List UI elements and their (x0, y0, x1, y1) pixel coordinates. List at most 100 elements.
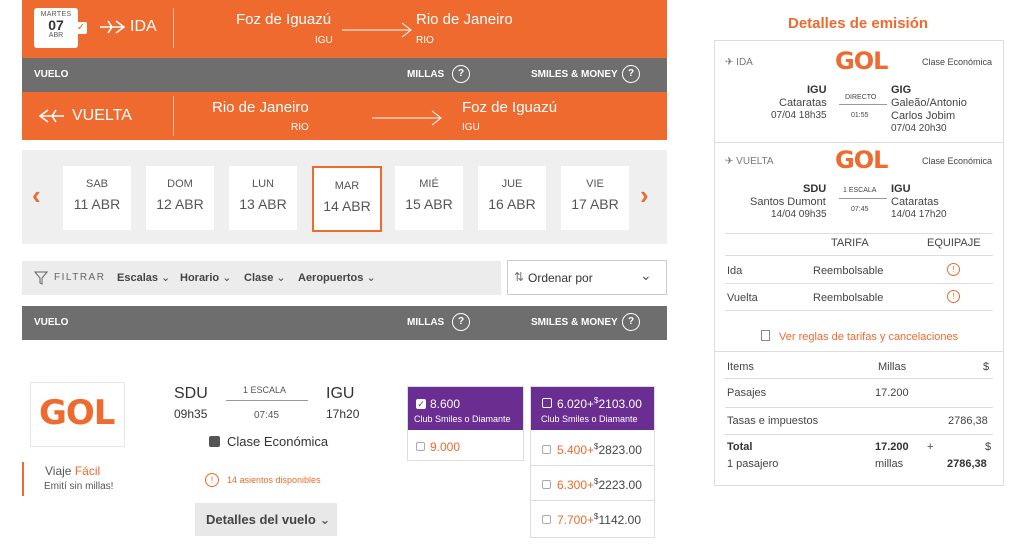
filter-stops-dropdown[interactable]: Escalas ⌄ (117, 271, 170, 284)
return-origin-code: RIO (291, 122, 309, 133)
fare-rules-link[interactable]: Ver reglas de tarifas y cancelaciones (779, 331, 958, 343)
total-millas-unit: millas (875, 458, 904, 470)
money-fare-option[interactable]: 5.400+$2823.00 (531, 432, 654, 466)
filter-class-dropdown[interactable]: Clase ⌄ (244, 271, 286, 284)
plane-return-icon: ✈ (725, 156, 734, 167)
pasajes-millas: 17.200 (875, 387, 909, 399)
summary-title: Detalles de emisión (788, 15, 929, 32)
plane-departure-icon (100, 20, 126, 34)
miles-fare-club: Club Smiles o Diamante (414, 414, 511, 424)
equipaje-header: EQUIPAJE (927, 237, 981, 249)
money-fare-value: 5.400+$2823.00 (557, 442, 642, 457)
total-label: Total (727, 441, 753, 453)
gol-logo: GOL (835, 47, 888, 75)
tarifa-row-value: Reembolsable (813, 292, 884, 304)
summary-ida-to-name2: Carlos Jobim (891, 110, 956, 122)
outbound-month: ABR (48, 32, 64, 39)
summary-panel: ✈ IDA GOL Clase Económica IGU Cataratas … (714, 40, 1004, 486)
flight-details-label: Detalles del vuelo (206, 512, 316, 527)
total-millas: 17.200 (875, 441, 909, 453)
prev-dates-arrow-icon[interactable]: ‹ (32, 180, 41, 211)
column-flight-label: VUELO (34, 317, 69, 328)
funnel-icon (34, 271, 48, 285)
miles-fare-other: 9.000 (430, 440, 461, 454)
money-fare-club: Club Smiles o Diamante (541, 414, 638, 424)
miles-help-icon[interactable]: ? (452, 65, 470, 83)
divider (725, 233, 993, 234)
miles-fare-selected[interactable]: ✓ 8.600 Club Smiles o Diamante (408, 387, 523, 430)
next-dates-arrow-icon[interactable]: › (640, 180, 649, 211)
promo-facil-text: Fácil (74, 464, 101, 478)
divider (725, 407, 993, 408)
route-line (226, 400, 308, 401)
route-arrow-icon (372, 110, 442, 126)
date-option[interactable]: MIÉ 15 ABR (395, 166, 463, 230)
date-weekday: SAB (85, 178, 108, 190)
date-day: 14 ABR (323, 198, 371, 214)
filter-stops-label: Escalas (117, 272, 158, 284)
flight-stops: 1 ESCALA (243, 385, 287, 395)
date-option[interactable]: JUE 16 ABR (478, 166, 546, 230)
total-plus: + (927, 441, 934, 453)
filter-label[interactable]: FILTRAR (54, 272, 105, 283)
money-fare-option[interactable]: 6.300+$2223.00 (531, 467, 654, 501)
divider (715, 351, 1003, 352)
flight-class: Clase Económica (227, 434, 329, 449)
tasas-amount: 2786,38 (948, 415, 988, 427)
column-smiles-money-label: SMILES & MONEY (531, 317, 618, 328)
date-option-selected[interactable]: MAR 14 ABR (312, 166, 382, 232)
date-weekday: LUN (251, 178, 274, 190)
baggage-alert-icon[interactable]: ! (947, 290, 960, 303)
money-fare-miles: 7.700+ (557, 513, 595, 527)
airline-logo: GOL (30, 382, 125, 447)
summary-vuelta-text: VUELTA (736, 156, 774, 167)
filter-time-dropdown[interactable]: Horario ⌄ (180, 271, 231, 284)
smiles-money-help-icon[interactable]: ? (622, 65, 640, 83)
divider (725, 255, 993, 256)
money-fare-option[interactable]: 7.700+$1142.00 (531, 502, 654, 536)
filter-airports-dropdown[interactable]: Aeropuertos ⌄ (298, 271, 376, 284)
column-flight-label: VUELO (34, 69, 69, 80)
plane-departure-icon: ✈ (725, 57, 734, 68)
outbound-origin-city: Foz de Iguazú (236, 11, 332, 28)
column-miles-label: MILLAS (407, 69, 445, 80)
flight-details-button[interactable]: Detalles del vuelo ⌄ (195, 503, 337, 536)
checkbox-icon (542, 515, 551, 524)
date-option[interactable]: LUN 13 ABR (229, 166, 297, 230)
money-fare-selected[interactable]: 6.020+$2103.00 Club Smiles o Diamante (531, 387, 654, 430)
miles-help-icon[interactable]: ? (452, 313, 470, 331)
total-sub: 1 pasajero (727, 458, 779, 470)
date-option[interactable]: DOM 12 ABR (146, 166, 214, 230)
date-day: 17 ABR (571, 196, 619, 212)
sort-icon: ⇅ (514, 270, 525, 284)
divider (725, 378, 993, 379)
summary-vuelta-to-dt: 14/04 17h20 (891, 209, 947, 220)
tarifa-row-label: Ida (727, 265, 743, 277)
route-line (839, 104, 887, 105)
chevron-down-icon: ⌄ (366, 272, 376, 284)
baggage-alert-icon[interactable]: ! (947, 263, 960, 276)
smiles-money-help-icon[interactable]: ? (622, 313, 640, 331)
chevron-down-icon: ⌄ (161, 272, 171, 284)
sort-label: Ordenar por (528, 271, 593, 285)
date-option[interactable]: SAB 11 ABR (63, 166, 131, 230)
summary-ida-to-code: GIG (891, 84, 912, 96)
divider (173, 96, 174, 136)
sort-dropdown[interactable]: ⇅ Ordenar por ⌄ (507, 260, 667, 295)
return-label: VUELTA (72, 107, 132, 124)
dollar-header: $ (983, 361, 990, 373)
money-fare-money: 1142.00 (598, 513, 642, 527)
alert-icon: ! (205, 473, 219, 487)
chevron-down-icon: ⌄ (640, 267, 652, 283)
results-header-bar: VUELO MILLAS ? SMILES & MONEY ? (22, 306, 667, 340)
date-option[interactable]: VIE 17 ABR (561, 166, 629, 230)
money-fare-miles: 6.020+ (557, 397, 595, 411)
money-fare-money: 2223.00 (598, 478, 642, 492)
millas-header: Millas (878, 361, 907, 373)
filter-class-label: Clase (244, 272, 274, 284)
seat-icon (209, 436, 220, 447)
summary-ida-to-name: Galeão/Antonio (891, 97, 967, 109)
gol-logo: GOL (835, 146, 888, 174)
miles-fare-option[interactable]: 9.000 (408, 433, 523, 459)
money-fare-money: 2823.00 (598, 443, 642, 457)
